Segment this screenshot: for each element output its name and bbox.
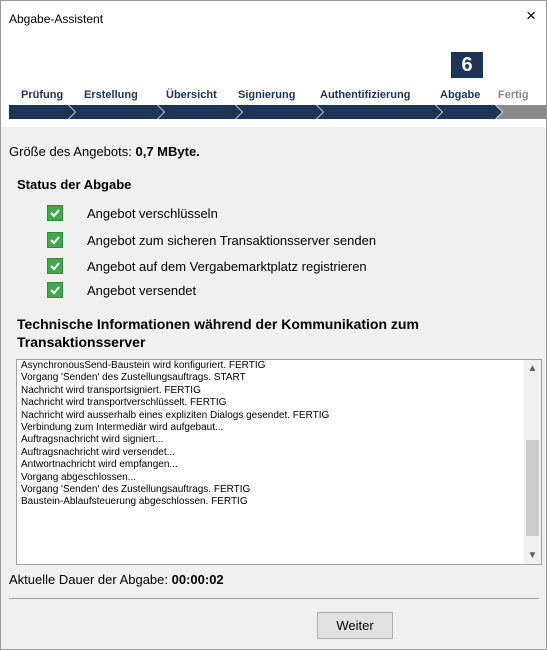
step-authentifizierung: Authentifizierung: [320, 89, 411, 101]
stepbar-segment-2: [69, 105, 164, 119]
step-uebersicht: Übersicht: [166, 89, 217, 101]
divider: [9, 598, 539, 599]
log-line: Baustein-Ablaufsteuerung abgeschlossen. …: [21, 496, 248, 508]
log-line: Nachricht wird transportverschlüsselt. F…: [21, 397, 227, 409]
status-item-label: Angebot zum sicheren Transaktionsserver …: [87, 232, 377, 248]
duration: Aktuelle Dauer der Abgabe: 00:00:02: [9, 572, 224, 587]
log-line: Antwortnachricht wird empfangen...: [21, 459, 178, 471]
check-icon: [47, 205, 63, 221]
log-list: AsynchronousSend-Baustein wird konfiguri…: [17, 360, 330, 509]
offer-size-label: Größe des Angebots:: [9, 144, 132, 159]
log-scrollbar[interactable]: ▲ ▼: [524, 360, 541, 564]
status-item: Angebot verschlüsseln: [47, 204, 218, 222]
status-title: Status der Abgabe: [17, 177, 132, 192]
step-progress-bar: [9, 105, 546, 119]
step-signierung: Signierung: [238, 89, 296, 101]
duration-label: Aktuelle Dauer der Abgabe:: [9, 572, 168, 587]
scroll-thumb[interactable]: [526, 440, 539, 536]
log-line: Vorgang abgeschlossen...: [21, 471, 137, 483]
log-line: Nachricht wird ausserhalb eines explizit…: [21, 409, 330, 421]
check-icon: [47, 258, 63, 274]
duration-value: 00:00:02: [171, 572, 224, 587]
offer-size: Größe des Angebots: 0,7 MByte.: [9, 144, 200, 159]
log-box[interactable]: AsynchronousSend-Baustein wird konfiguri…: [16, 359, 542, 565]
log-line: AsynchronousSend-Baustein wird konfiguri…: [21, 360, 266, 371]
assistant-window: Abgabe-Assistent × 6 Prüfung Erstellung …: [0, 0, 547, 650]
stepbar-segment-5: [317, 105, 442, 119]
current-step-number: 6: [451, 52, 483, 78]
step-pruefung: Prüfung: [21, 89, 64, 101]
offer-size-value: 0,7 MByte.: [135, 144, 200, 159]
step-abgabe: Abgabe: [440, 89, 481, 101]
log-line: Auftragsnachricht wird signiert...: [21, 434, 164, 446]
check-icon: [47, 282, 63, 298]
technical-info-title: Technische Informationen während der Kom…: [17, 316, 419, 350]
log-line: Verbindung zum Intermediär wird aufgebau…: [21, 422, 224, 434]
check-icon: [47, 232, 63, 248]
stepbar-segment-6: [436, 105, 502, 119]
step-fertig: Fertig: [498, 89, 529, 101]
window-title: Abgabe-Assistent: [9, 12, 104, 26]
next-button[interactable]: Weiter: [317, 612, 393, 639]
log-line: Vorgang 'Senden' des Zustellungsauftrags…: [21, 372, 246, 384]
stepbar-segment-7: [496, 105, 546, 119]
stepbar-segment-1: [9, 105, 75, 119]
stepbar-segment-3: [158, 105, 242, 119]
status-item-label: Angebot auf dem Vergabemarktplatz regist…: [87, 258, 367, 274]
status-item: Angebot zum sicheren Transaktionsserver …: [47, 231, 376, 249]
log-line: Vorgang 'Senden' des Zustellungsauftrags…: [21, 484, 251, 496]
log-line: Nachricht wird transportsigniert. FERTIG: [21, 384, 201, 396]
step-erstellung: Erstellung: [84, 89, 138, 101]
close-icon[interactable]: ×: [526, 7, 536, 25]
scroll-down-icon[interactable]: ▼: [524, 547, 541, 564]
log-line: Auftragsnachricht wird versendet...: [21, 446, 175, 458]
header-area: Abgabe-Assistent × 6 Prüfung Erstellung …: [1, 1, 546, 127]
status-item: Angebot auf dem Vergabemarktplatz regist…: [47, 257, 367, 275]
scroll-up-icon[interactable]: ▲: [524, 360, 541, 377]
status-item-label: Angebot verschlüsseln: [87, 205, 218, 221]
stepbar-segment-4: [236, 105, 323, 119]
status-item: Angebot versendet: [47, 281, 196, 299]
status-item-label: Angebot versendet: [87, 282, 197, 298]
